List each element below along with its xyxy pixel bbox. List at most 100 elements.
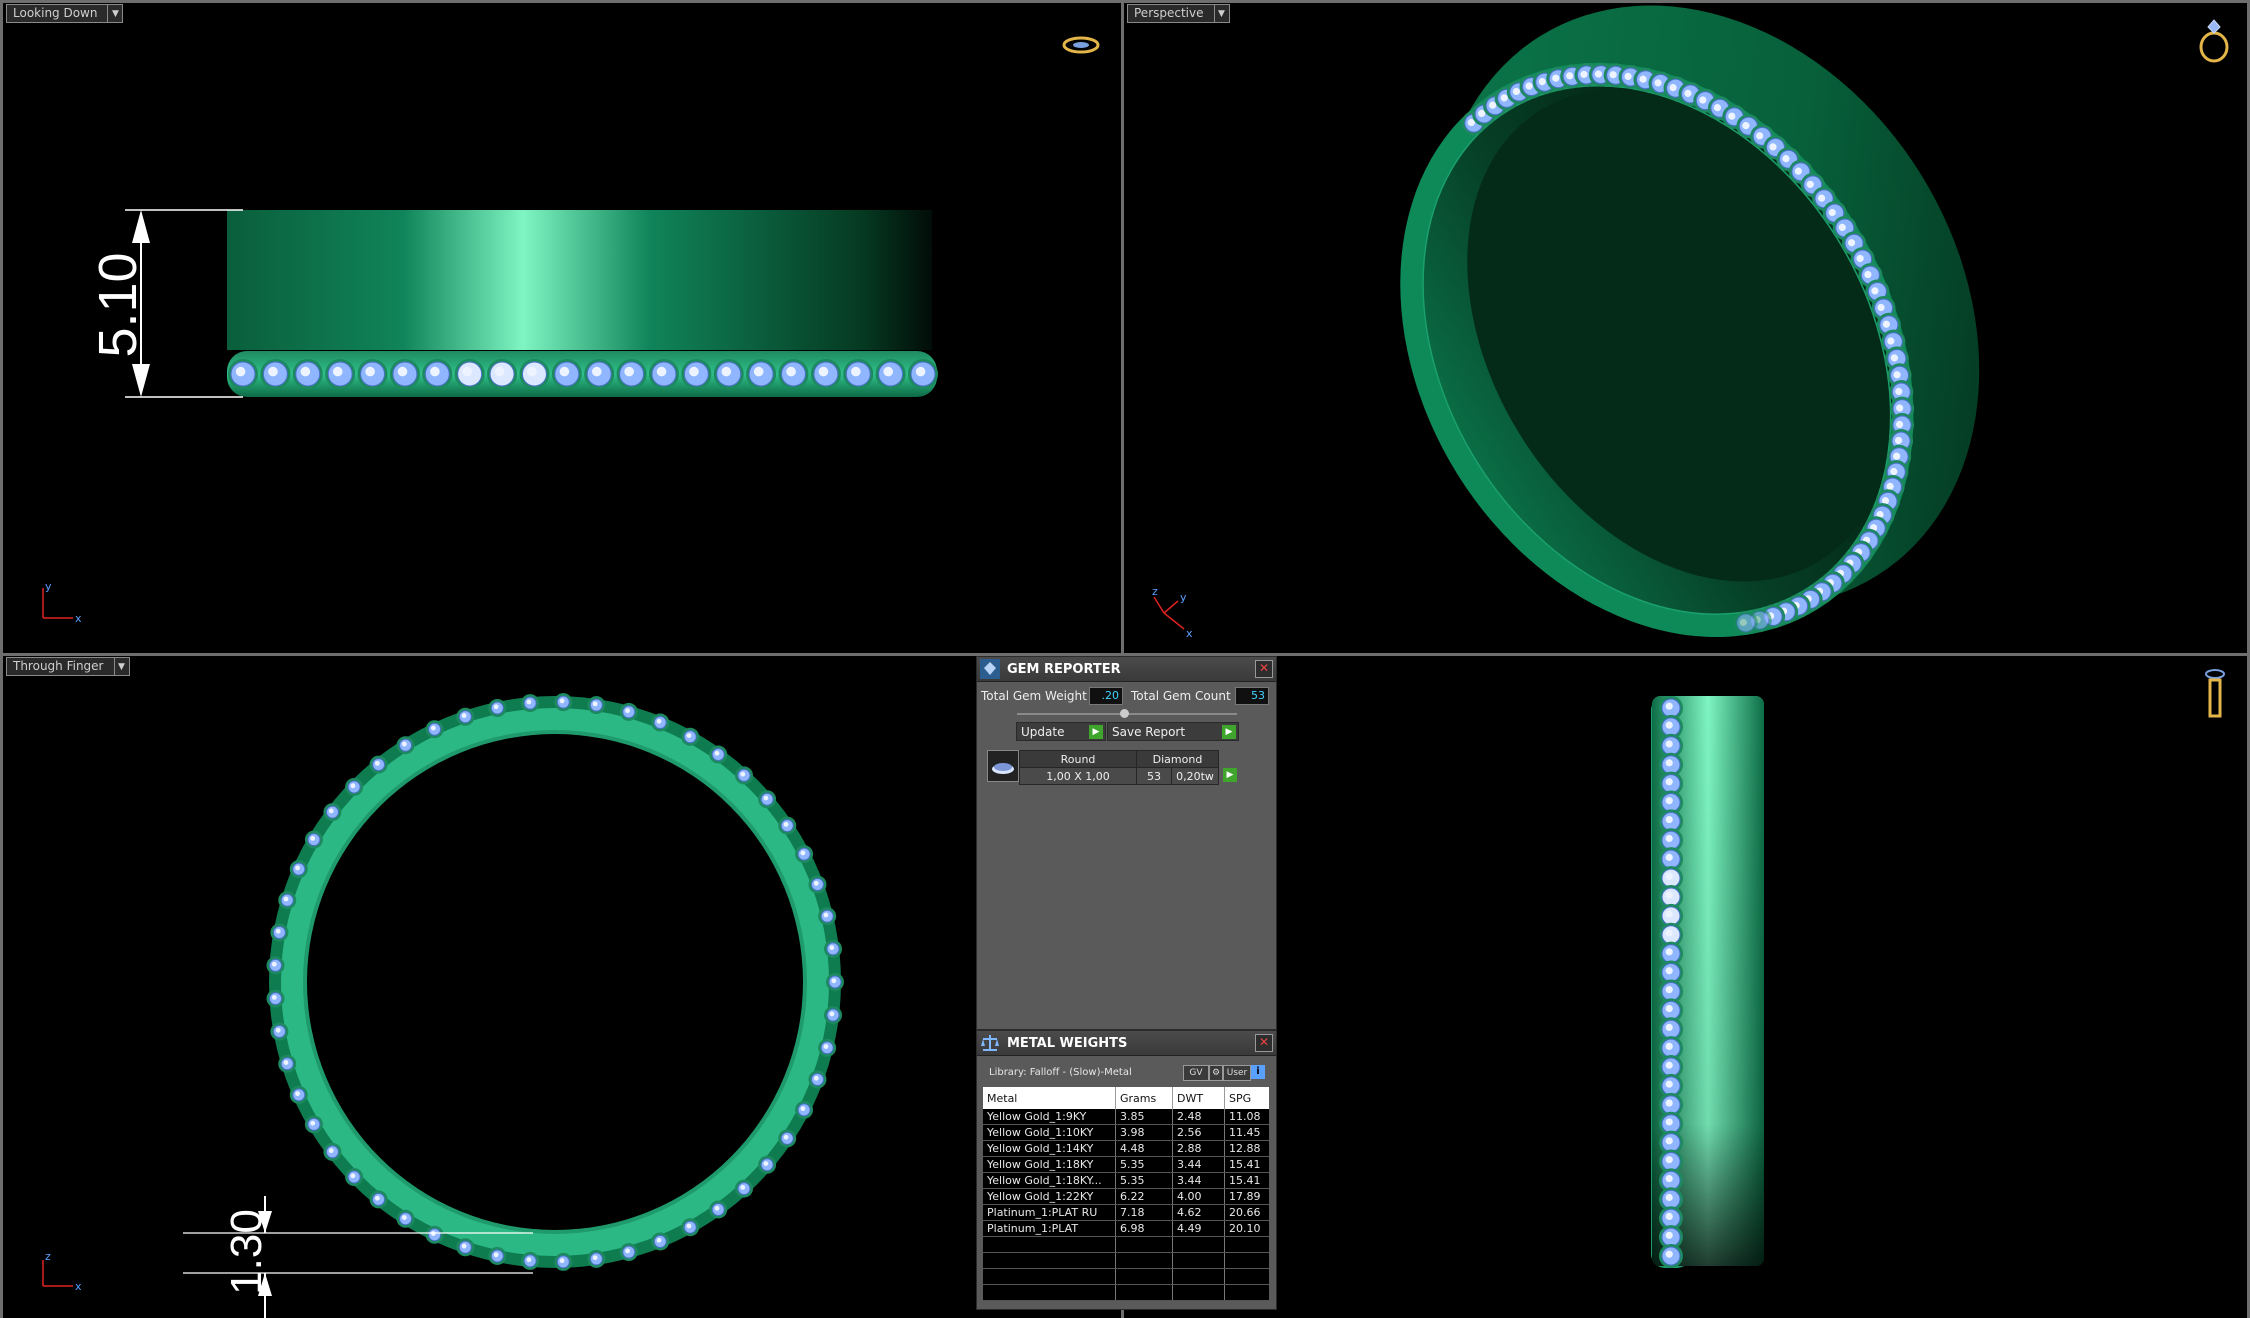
gem [818, 1038, 837, 1057]
viewport-side[interactable] [1124, 656, 2247, 1318]
settings-icon[interactable]: ⚙ [1209, 1065, 1223, 1081]
empty-cell [1224, 1284, 1269, 1301]
gem [521, 1251, 540, 1270]
table-row[interactable]: Yellow Gold_1:9KY 3.85 2.48 11.08 [983, 1109, 1269, 1125]
gem [456, 1238, 475, 1257]
dwt-cell: 3.44 [1172, 1156, 1225, 1173]
gem [758, 790, 777, 809]
update-button-label: Update [1021, 724, 1065, 739]
info-icon[interactable]: i [1251, 1065, 1265, 1079]
ring-front-view: 1.30 [183, 693, 844, 1318]
axis-indicator-xz: z y x [1152, 585, 1193, 640]
chevron-down-icon[interactable]: ▼ [113, 658, 129, 675]
close-icon[interactable]: ✕ [1255, 660, 1273, 678]
gem [648, 359, 679, 389]
metal-weights-titlebar[interactable]: METAL WEIGHTS ✕ [977, 1031, 1276, 1056]
close-icon[interactable]: ✕ [1255, 1034, 1273, 1052]
gv-toggle-button[interactable]: GV [1183, 1065, 1209, 1081]
gem [304, 830, 323, 849]
gem [357, 359, 388, 389]
viewport-perspective[interactable]: Perspective ▼ z y x [1124, 3, 2247, 653]
chevron-down-icon[interactable]: ▼ [107, 5, 122, 22]
viewport-label-text: Perspective [1134, 6, 1204, 20]
ring-perspective-view [1400, 5, 1980, 638]
table-row[interactable]: Platinum_1:PLAT RU 7.18 4.62 20.66 [983, 1204, 1269, 1221]
gem-reporter-panel[interactable]: GEM REPORTER ✕ Total Gem Weight .20 Tota… [976, 656, 1277, 1030]
gem [323, 803, 342, 822]
gem [778, 359, 809, 389]
dimension-height-label: 5.10 [88, 252, 148, 357]
viewport-label-looking-down[interactable]: Looking Down ▼ [6, 4, 124, 23]
dwt-cell: 4.00 [1172, 1188, 1225, 1205]
table-row[interactable]: Platinum_1:PLAT 6.98 4.49 20.10 [983, 1220, 1269, 1237]
update-button[interactable]: Update ▶ [1016, 722, 1106, 741]
dwt-cell: 4.62 [1172, 1204, 1225, 1221]
chevron-down-icon[interactable]: ▼ [1213, 5, 1229, 22]
empty-cell [983, 1252, 1116, 1269]
gem [824, 939, 843, 958]
spg-cell: 11.45 [1224, 1124, 1269, 1141]
table-row[interactable]: Yellow Gold_1:10KY 3.98 2.56 11.45 [983, 1124, 1269, 1141]
ring-side-view-icon[interactable] [2200, 666, 2230, 722]
viewport-label-perspective[interactable]: Perspective ▼ [1127, 4, 1230, 23]
svg-text:x: x [1186, 627, 1193, 640]
table-row[interactable]: Yellow Gold_1:22KY 6.22 4.00 17.89 [983, 1188, 1269, 1205]
ring-view-icon[interactable] [1061, 33, 1101, 57]
total-gem-count-value: 53 [1235, 687, 1269, 705]
gem-reporter-title: GEM REPORTER [1007, 661, 1121, 677]
gem [824, 1006, 843, 1025]
gem [289, 1085, 308, 1104]
play-icon: ▶ [1222, 724, 1236, 739]
gem [278, 1054, 297, 1073]
gem [278, 891, 297, 910]
gem-reporter-titlebar[interactable]: GEM REPORTER ✕ [977, 657, 1276, 682]
gem-material: Diamond [1136, 750, 1219, 768]
gem-shape: Round [1019, 750, 1137, 768]
user-toggle-button[interactable]: User [1223, 1065, 1251, 1081]
splitter-handle[interactable] [1120, 709, 1129, 718]
viewport-through-finger[interactable]: Through Finger ▼ 1.30 z x [3, 656, 1121, 1318]
gem-thumbnail[interactable] [987, 750, 1019, 782]
gem [487, 359, 518, 389]
grams-cell: 6.22 [1115, 1188, 1173, 1205]
column-header-metal[interactable]: Metal [983, 1087, 1116, 1109]
ring-perspective-icon[interactable] [2194, 17, 2234, 65]
empty-cell [983, 1236, 1116, 1253]
table-row[interactable]: Yellow Gold_1:14KY 4.48 2.88 12.88 [983, 1140, 1269, 1157]
gem [681, 1218, 700, 1237]
table-row[interactable]: Yellow Gold_1:18KY... 5.35 3.44 15.41 [983, 1172, 1269, 1189]
axis-indicator-xy: y x [42, 580, 82, 625]
column-header-spg[interactable]: SPG [1224, 1087, 1269, 1109]
grams-cell: 3.85 [1115, 1109, 1173, 1125]
gem [454, 359, 485, 389]
gem [554, 693, 573, 712]
viewport-label-through-finger[interactable]: Through Finger ▼ [6, 657, 130, 676]
gem [396, 736, 415, 755]
gem [746, 359, 777, 389]
gem [818, 907, 837, 926]
table-row[interactable]: Yellow Gold_1:18KY 5.35 3.44 15.41 [983, 1156, 1269, 1173]
empty-cell [983, 1284, 1116, 1301]
total-gem-weight-value: .20 [1089, 687, 1123, 705]
save-report-button[interactable]: Save Report ▶ [1107, 722, 1239, 741]
gem [260, 359, 291, 389]
round-diamond-icon [992, 763, 1014, 774]
gem [587, 696, 606, 715]
viewport-label-text: Looking Down [13, 6, 98, 20]
svg-text:z: z [45, 1250, 51, 1263]
metal-weights-panel[interactable]: METAL WEIGHTS ✕ Library: Falloff - (Slow… [976, 1030, 1277, 1310]
gem [616, 359, 647, 389]
gem [554, 1252, 573, 1271]
gem [758, 1155, 777, 1174]
gem [389, 359, 420, 389]
column-header-dwt[interactable]: DWT [1172, 1087, 1225, 1109]
gem [651, 1232, 670, 1251]
empty-cell [1224, 1236, 1269, 1253]
viewport-looking-down[interactable]: Looking Down ▼ 5.10 y x [3, 3, 1121, 653]
column-header-grams[interactable]: Grams [1115, 1087, 1173, 1109]
gem [709, 745, 728, 764]
spg-cell: 11.08 [1224, 1109, 1269, 1125]
empty-cell [1115, 1236, 1173, 1253]
gem-detail-go-button[interactable]: ▶ [1223, 768, 1237, 782]
gem [1659, 1244, 1683, 1268]
